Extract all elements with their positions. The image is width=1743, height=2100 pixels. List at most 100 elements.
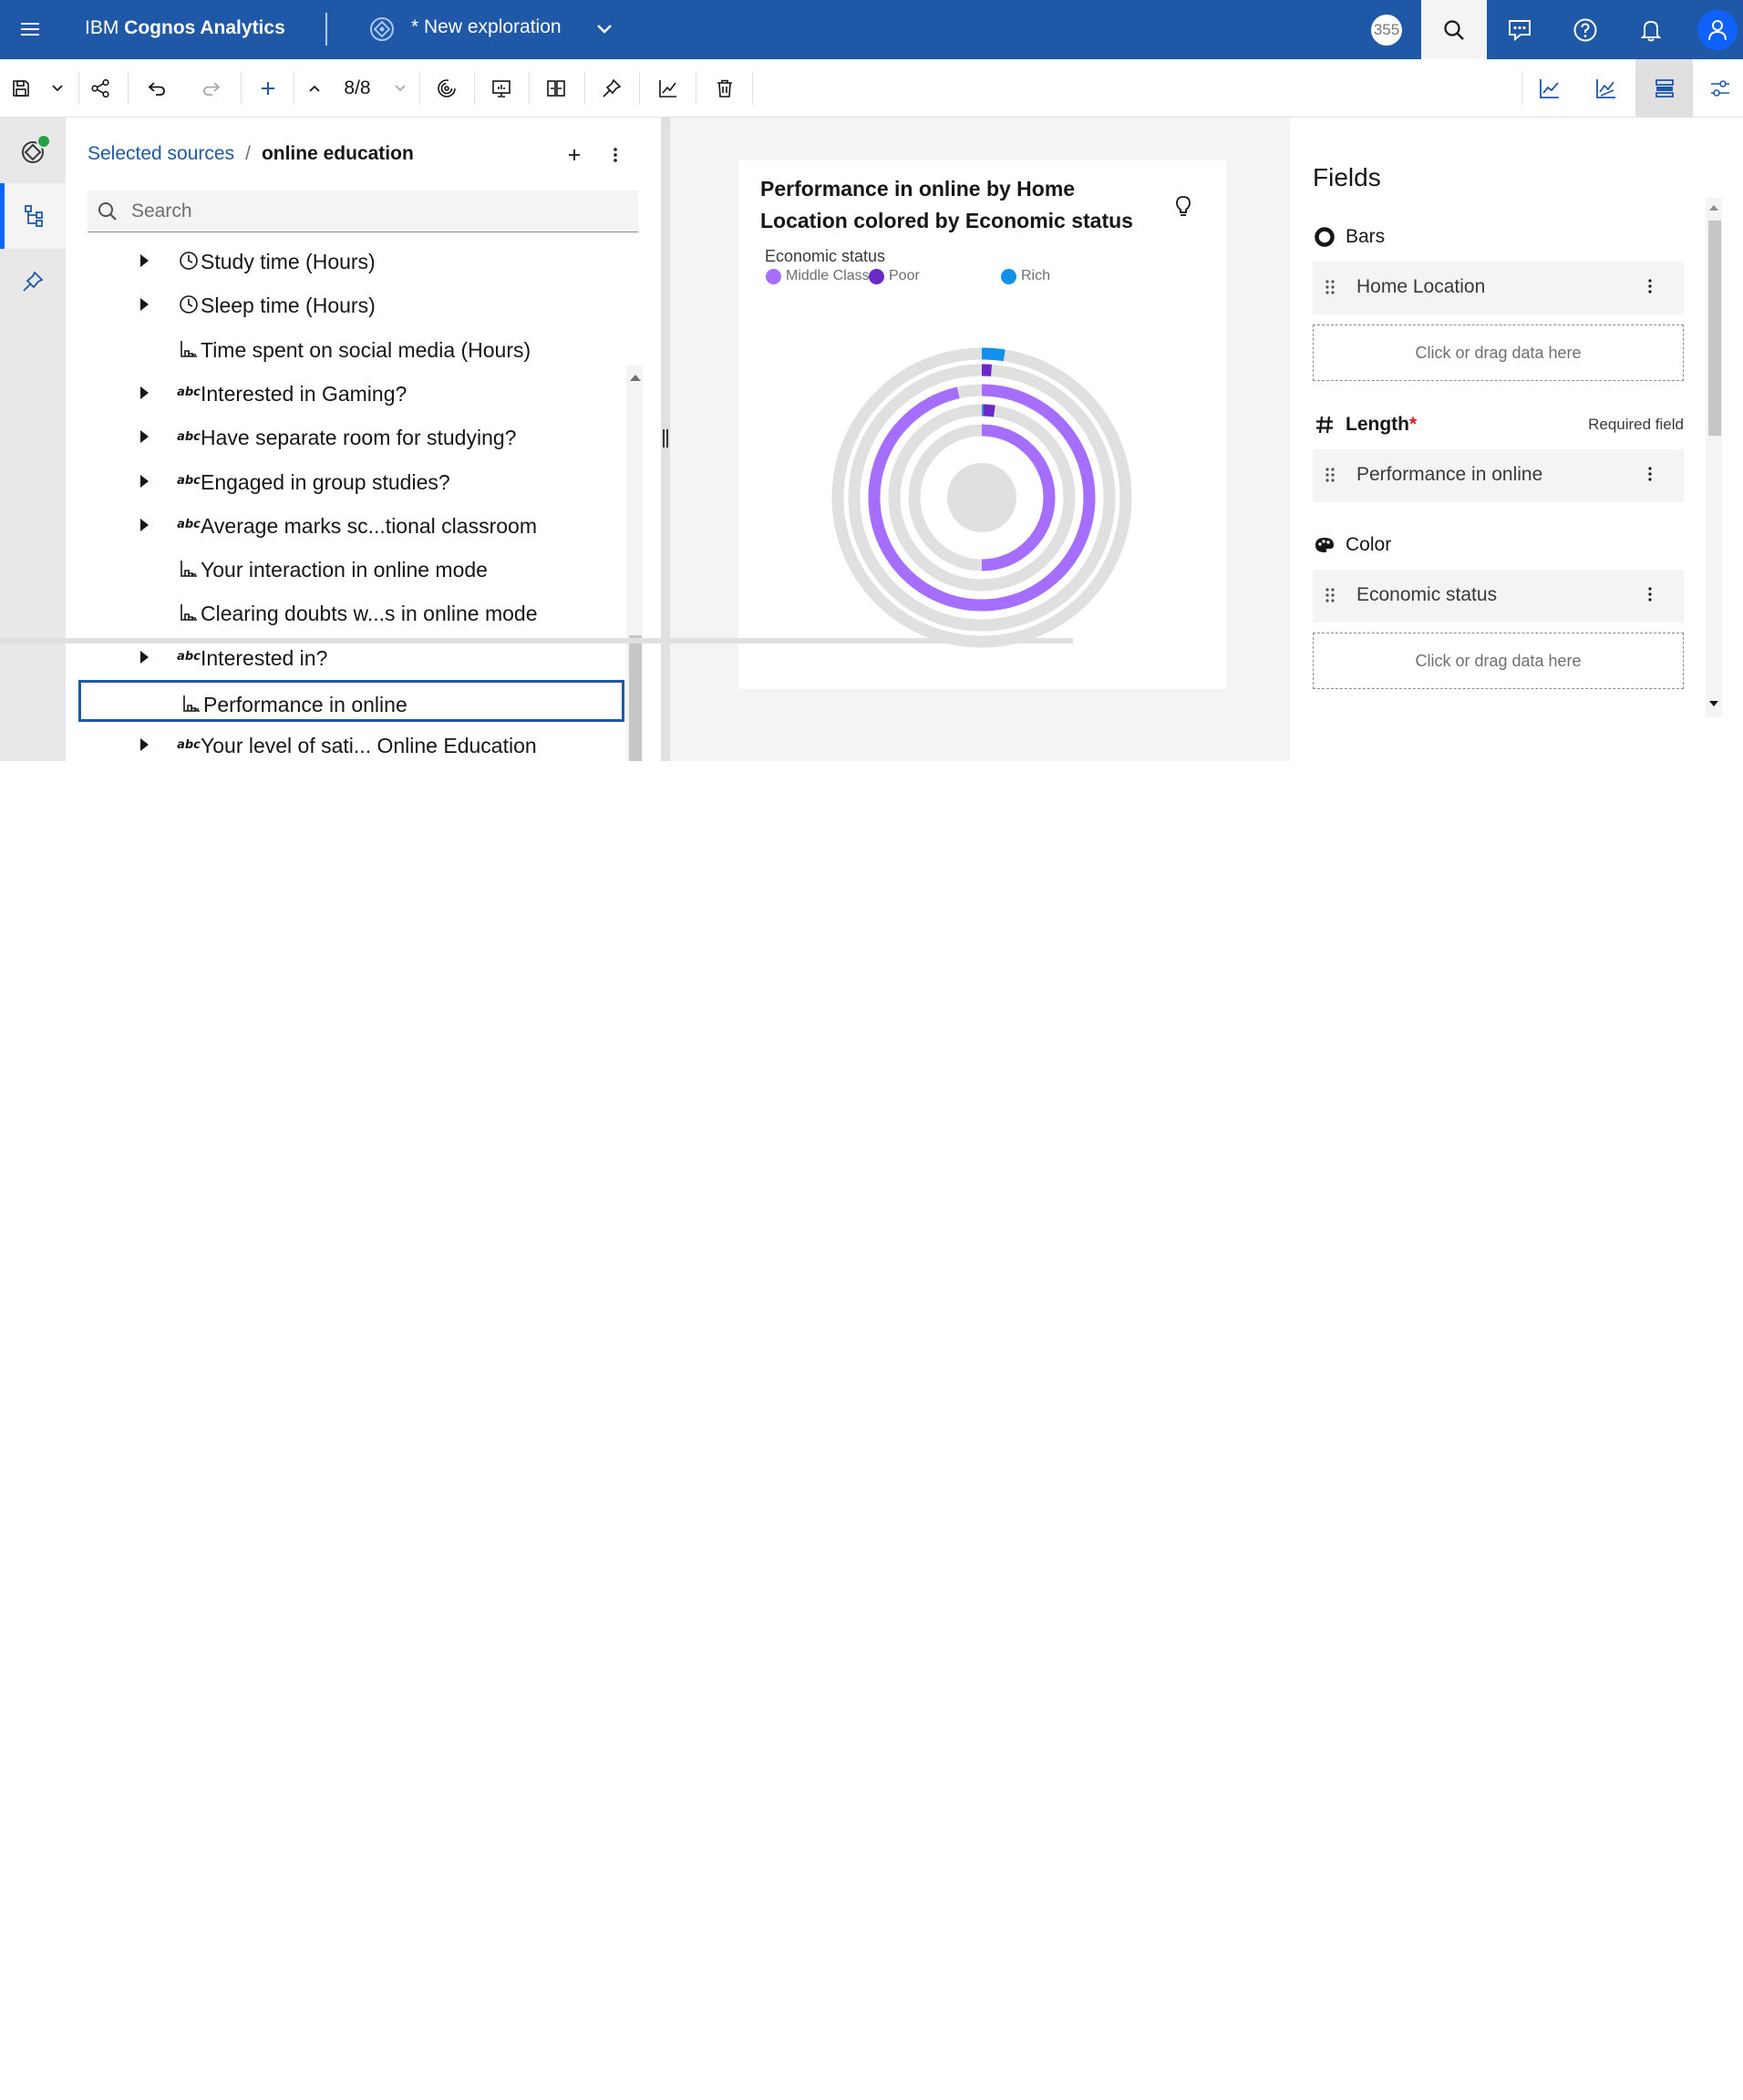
fields-scrollbar[interactable]	[1706, 198, 1722, 717]
tree-item[interactable]: Your interaction in online mode	[78, 548, 624, 590]
tree-item[interactable]: Clearing doubts w...s in online mode	[78, 592, 624, 633]
tree-item[interactable]: abc Average marks sc...tional classroom	[78, 504, 624, 546]
abc-glyph: abc	[177, 737, 201, 752]
radial-bar-chart[interactable]	[738, 324, 1226, 653]
help-button[interactable]	[1552, 0, 1618, 59]
expand-caret-icon[interactable]	[140, 298, 149, 312]
exploration-title[interactable]: * New exploration	[411, 16, 562, 38]
save-button[interactable]	[7, 59, 35, 117]
next-card-button[interactable]	[385, 59, 416, 117]
visualization-button[interactable]	[1585, 59, 1627, 117]
expand-caret-icon[interactable]	[140, 254, 149, 267]
scrollbar-thumb[interactable]	[629, 635, 642, 761]
fields-panel-button[interactable]	[1635, 59, 1693, 117]
splitter-grip-icon[interactable]	[663, 429, 668, 448]
breadcrumb-current: online education	[261, 143, 414, 164]
tree-item[interactable]: abc Your level of sati... Online Educatio…	[78, 724, 624, 757]
drag-handle-icon[interactable]	[1325, 467, 1335, 483]
add-card-button[interactable]	[252, 59, 284, 117]
app-window: IBM Cognos Analytics * New exploration 3…	[0, 0, 1743, 761]
drag-handle-icon[interactable]	[1325, 279, 1335, 295]
expand-caret-icon[interactable]	[140, 738, 149, 752]
tree-item[interactable]: abc Engaged in group studies?	[78, 460, 624, 502]
legend-swatch	[869, 268, 884, 284]
source-overflow-menu-button[interactable]	[600, 139, 631, 170]
drop-zone-color[interactable]: Click or drag data here	[1313, 633, 1684, 689]
tree-item[interactable]: Time spent on social media (Hours)	[78, 328, 624, 370]
abc-icon: abc	[177, 734, 201, 756]
chevron-down-icon[interactable]	[591, 15, 618, 43]
expand-caret-icon[interactable]	[140, 650, 149, 664]
expand-caret-icon[interactable]	[140, 474, 149, 488]
radial-bar-segment[interactable]	[981, 347, 1006, 362]
tree-item[interactable]: abc Interested in Gaming?	[78, 372, 624, 414]
compare-button[interactable]	[538, 59, 574, 117]
source-search	[88, 190, 638, 232]
insights-button[interactable]	[483, 59, 520, 117]
radial-bar-segment[interactable]	[983, 404, 995, 417]
data-tree: Study time (Hours) Sleep time (Hours) Time…	[66, 238, 626, 757]
add-source-button[interactable]	[559, 139, 590, 170]
trend-icon	[1540, 78, 1559, 98]
breadcrumb-link-selected-sources[interactable]: Selected sources	[88, 143, 234, 164]
share-button[interactable]	[82, 59, 119, 117]
visualization-card[interactable]: Performance in online by Home Location c…	[738, 160, 1226, 689]
overflow-menu-icon[interactable]	[1647, 278, 1653, 294]
scrollbar-thumb[interactable]	[1708, 221, 1721, 436]
tree-item[interactable]: Sleep time (Hours)	[78, 283, 624, 325]
expand-caret-icon[interactable]	[140, 430, 149, 444]
legend-item-middle-class[interactable]: Middle Class	[766, 268, 870, 284]
tree-scrollbar[interactable]	[626, 365, 643, 761]
section-label: Bars	[1346, 226, 1386, 247]
hamburger-menu-icon[interactable]	[16, 15, 44, 43]
hash-icon	[1313, 413, 1336, 437]
chart-type-button[interactable]	[428, 59, 465, 117]
save-menu-chevron-icon[interactable]	[44, 59, 71, 117]
overflow-menu-icon[interactable]	[1647, 466, 1653, 482]
redo-button[interactable]	[193, 59, 230, 117]
delete-button[interactable]	[706, 59, 743, 117]
search-input[interactable]	[129, 198, 625, 225]
search-button[interactable]	[1421, 0, 1487, 59]
tree-item[interactable]: Performance in online	[78, 680, 624, 722]
rail-item-sources[interactable]	[0, 183, 66, 249]
fields-icon	[1655, 78, 1674, 98]
field-pill-performance-in-online[interactable]: Performance in online	[1313, 449, 1684, 502]
scroll-up-arrow-icon[interactable]	[630, 375, 641, 381]
undo-button[interactable]	[139, 59, 175, 117]
legend-item-rich[interactable]: Rich	[1001, 268, 1050, 284]
badge-count: 355	[1371, 14, 1402, 46]
plus-icon	[262, 81, 274, 95]
panel-splitter[interactable]	[661, 118, 670, 761]
expand-caret-icon[interactable]	[140, 518, 149, 531]
scroll-up-arrow-icon[interactable]	[1709, 205, 1718, 211]
notification-count-badge[interactable]: 355	[1354, 0, 1419, 59]
field-pill-home-location[interactable]: Home Location	[1313, 262, 1684, 314]
drag-handle-icon[interactable]	[1325, 587, 1335, 603]
previous-card-button[interactable]	[299, 59, 330, 117]
scroll-down-arrow-icon[interactable]	[1709, 701, 1718, 706]
pin-button[interactable]	[593, 59, 630, 117]
tree-item[interactable]: abc Have separate room for studying?	[78, 416, 624, 458]
forecast-button[interactable]	[650, 59, 686, 117]
user-profile-button[interactable]	[1685, 0, 1743, 59]
notifications-button[interactable]	[1618, 0, 1684, 59]
trash-icon	[717, 79, 732, 98]
rail-item-pins[interactable]	[0, 249, 66, 314]
overflow-menu-icon[interactable]	[1647, 586, 1653, 602]
drop-zone-bars[interactable]: Click or drag data here	[1313, 324, 1684, 381]
tree-item[interactable]: Study time (Hours)	[78, 240, 624, 282]
section-header: Bars	[1313, 223, 1686, 251]
required-field-note: Required field	[1588, 416, 1684, 433]
expand-caret-icon[interactable]	[140, 386, 149, 399]
rail-item-assistant[interactable]	[0, 119, 66, 185]
field-pill-economic-status[interactable]: Economic status	[1313, 570, 1684, 623]
lightbulb-icon[interactable]	[1174, 195, 1192, 223]
tree-item-label: Interested in Gaming?	[201, 381, 407, 406]
analysis-button[interactable]	[1529, 59, 1571, 117]
user-icon	[1708, 19, 1727, 40]
breadcrumb-separator: /	[245, 143, 251, 164]
properties-button[interactable]	[1699, 59, 1741, 117]
legend-item-poor[interactable]: Poor	[869, 268, 920, 284]
assistant-button[interactable]	[1487, 0, 1552, 59]
